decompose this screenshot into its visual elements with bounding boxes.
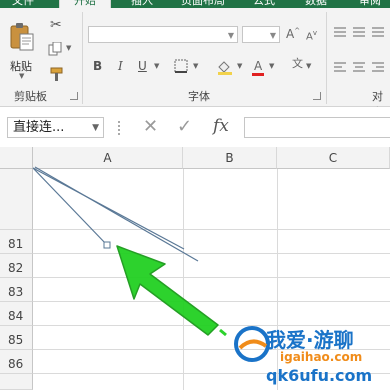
clipboard-group-label: 剪贴板	[14, 90, 47, 103]
align-center-icon[interactable]	[352, 61, 366, 73]
chevron-down-icon: ▼	[269, 31, 276, 40]
name-box-value: 直接连...	[13, 120, 65, 135]
tab-insert[interactable]: 插入	[122, 0, 162, 8]
cut-icon[interactable]: ✂	[50, 18, 62, 32]
align-top-icon[interactable]	[333, 26, 347, 38]
name-box[interactable]: 直接连... ▼	[7, 117, 104, 138]
phonetic-icon[interactable]: 文	[292, 58, 303, 69]
chevron-down-icon[interactable]: ▼	[92, 119, 99, 138]
formula-bar: 直接连... ▼ ✕ ✓ fx	[0, 107, 390, 147]
align-left-icon[interactable]	[333, 61, 347, 73]
watermark-title: 我爱·游聊	[266, 328, 354, 352]
group-divider	[82, 12, 83, 104]
enter-button[interactable]: ✓	[177, 118, 192, 136]
font-name-combo[interactable]: ▼	[88, 26, 238, 43]
align-bottom-icon[interactable]	[371, 26, 385, 38]
font-color-icon[interactable]: A	[254, 60, 262, 72]
tab-home[interactable]: 开始	[59, 0, 111, 8]
font-color-swatch	[252, 73, 264, 76]
italic-button[interactable]: I	[118, 60, 123, 72]
connector-line	[32, 167, 185, 250]
chevron-down-icon[interactable]: ▼	[154, 63, 159, 70]
font-group-label: 字体	[188, 90, 210, 103]
chevron-down-icon: ▼	[227, 31, 234, 40]
formula-input[interactable]	[244, 117, 390, 138]
increase-font-size-icon[interactable]: A^	[286, 28, 300, 41]
connector-line	[32, 167, 108, 246]
watermark-url: igaihao.com	[280, 350, 363, 364]
format-painter-icon[interactable]	[49, 67, 65, 83]
align-right-icon[interactable]	[371, 61, 385, 73]
underline-button[interactable]: U	[138, 60, 147, 72]
fill-color-icon[interactable]	[216, 59, 234, 75]
font-launcher-icon[interactable]	[313, 92, 321, 100]
font-size-combo[interactable]: ▼	[242, 26, 280, 43]
decrease-font-size-icon[interactable]: Av	[306, 30, 317, 42]
tab-formulas[interactable]: 公式	[244, 0, 284, 8]
chevron-down-icon: ▼	[19, 72, 25, 80]
clipboard-launcher-icon[interactable]	[70, 92, 78, 100]
copy-icon[interactable]	[48, 42, 64, 56]
watermark: 我爱·游聊 igaihao.com qk6ufu.com	[226, 318, 390, 390]
borders-icon[interactable]	[174, 59, 188, 73]
insert-function-button[interactable]: fx	[213, 116, 229, 136]
chevron-down-icon[interactable]: ▼	[193, 63, 198, 70]
group-divider	[326, 12, 327, 104]
tab-page-layout[interactable]: 页面布局	[172, 0, 234, 8]
paste-button[interactable]: 粘贴 ▼	[8, 22, 38, 80]
shape-handle	[103, 241, 111, 249]
chevron-down-icon[interactable]: ▼	[237, 63, 242, 70]
ribbon: 粘贴 ▼ ✂ ▼ 剪贴板 ▼ ▼ A^ Av B I U ▼ ▼ ▼ A ▼ 文…	[0, 8, 390, 119]
bold-button[interactable]: B	[93, 60, 102, 72]
formula-bar-grip[interactable]	[118, 121, 122, 135]
watermark-url-2: qk6ufu.com	[266, 366, 373, 385]
tab-data[interactable]: 数据	[294, 0, 338, 8]
ribbon-tab-bar: 文件 开始 插入 页面布局 公式 数据 审阅	[0, 0, 390, 8]
chevron-down-icon[interactable]: ▼	[269, 63, 274, 70]
connector-line	[34, 166, 199, 262]
cancel-button[interactable]: ✕	[143, 118, 158, 136]
green-arrow-icon	[116, 245, 227, 337]
tab-review[interactable]: 审阅	[348, 0, 390, 8]
tab-file[interactable]: 文件	[0, 0, 46, 8]
chevron-down-icon[interactable]: ▼	[66, 45, 71, 52]
paste-icon	[10, 23, 34, 51]
chevron-down-icon[interactable]: ▼	[306, 63, 311, 70]
align-middle-icon[interactable]	[352, 26, 366, 38]
